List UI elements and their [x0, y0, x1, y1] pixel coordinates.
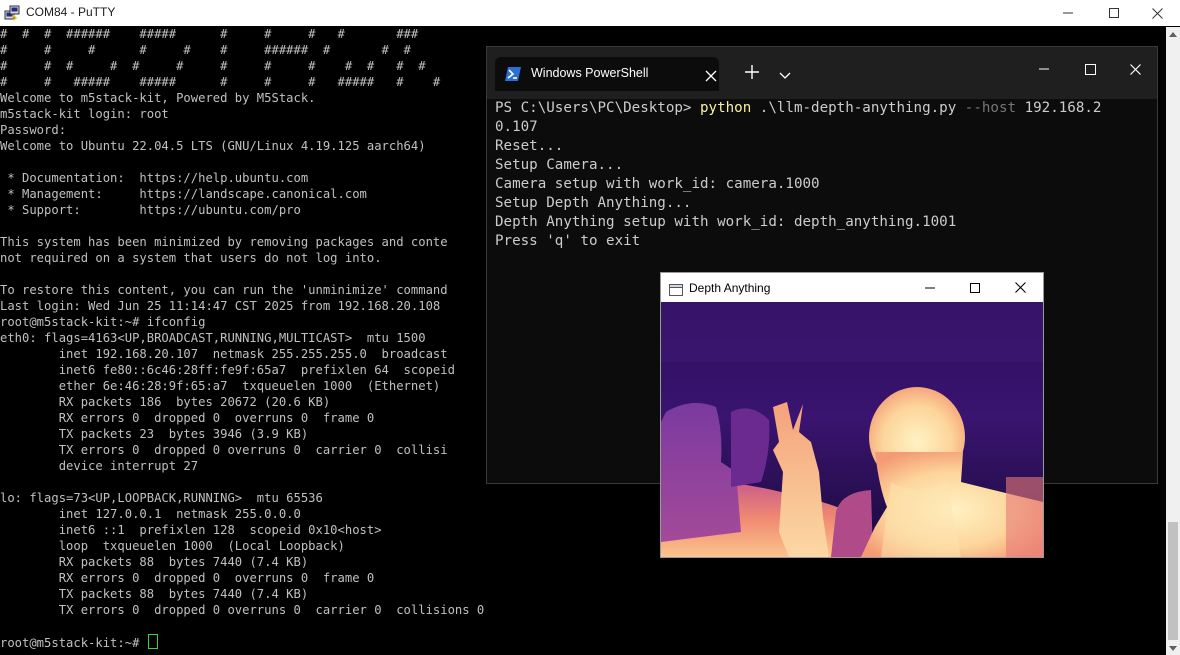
terminal-line: RX errors 0 dropped 0 overruns 0 frame 0: [0, 571, 375, 585]
powershell-icon: [505, 66, 521, 81]
close-button[interactable]: [1134, 0, 1180, 26]
terminal-line: * Management: https://landscape.canonica…: [0, 187, 367, 201]
terminal-line: device interrupt 27: [0, 459, 199, 473]
powershell-titlebar[interactable]: Windows PowerShell: [487, 47, 1157, 99]
minimize-button[interactable]: [1045, 0, 1091, 26]
ps-close-button[interactable]: [1112, 55, 1158, 83]
minimize-icon: [925, 287, 935, 288]
app-window-icon: [669, 281, 683, 296]
depth-map-image: [661, 302, 1043, 557]
terminal-line: # # # # # # ###### # # #: [0, 43, 411, 57]
terminal-line: inet 127.0.0.1 netmask 255.0.0.0: [0, 507, 301, 521]
output-line: Press 'q' to exit: [495, 233, 641, 249]
terminal-line: # # # ###### ##### # # # # ###: [0, 27, 419, 41]
depth-anything-window: Depth Anything: [660, 272, 1044, 558]
new-tab-plus-icon[interactable]: [745, 64, 759, 79]
terminal-line: m5stack-kit login: root: [0, 107, 169, 121]
output-line: Setup Depth Anything...: [495, 195, 692, 211]
da-close-button[interactable]: [997, 274, 1043, 301]
command-args: .\llm-depth-anything.py: [751, 100, 965, 116]
output-line: Depth Anything setup with work_id: depth…: [495, 214, 957, 230]
command-line: PS C:\Users\PC\Desktop> python .\llm-dep…: [495, 99, 1101, 118]
terminal-line: root@m5stack-kit:~# ifconfig: [0, 315, 206, 329]
terminal-line: RX packets 186 bytes 20672 (20.6 KB): [0, 395, 331, 409]
maximize-icon: [970, 282, 980, 293]
command-value: 192.168.2: [1016, 100, 1102, 116]
terminal-line: inet6 fe80::6c46:28ff:fe9f:65a7 prefixle…: [0, 363, 455, 377]
output-line: Camera setup with work_id: camera.1000: [495, 176, 820, 192]
terminal-line: ether 6e:46:28:9f:65:a7 txqueuelen 1000 …: [0, 379, 441, 393]
terminal-line: eth0: flags=4163<UP,BROADCAST,RUNNING,MU…: [0, 331, 426, 345]
scroll-thumb[interactable]: [1168, 522, 1178, 640]
terminal-line: lo: flags=73<UP,LOOPBACK,RUNNING> mtu 65…: [0, 491, 323, 505]
close-icon: [1014, 282, 1026, 293]
scroll-down-arrow-icon[interactable]: [1166, 641, 1180, 655]
chevron-down-icon[interactable]: [779, 66, 791, 79]
terminal-line: RX packets 88 bytes 7440 (7.4 KB): [0, 555, 309, 569]
terminal-line: inet6 ::1 prefixlen 128 scopeid 0x10<hos…: [0, 523, 382, 537]
terminal-line: This system has been minimized by removi…: [0, 235, 448, 249]
terminal-line: Welcome to Ubuntu 22.04.5 LTS (GNU/Linux…: [0, 139, 426, 153]
output-line: Setup Camera...: [495, 157, 624, 173]
maximize-icon: [1084, 63, 1096, 75]
terminal-line: TX packets 88 bytes 7440 (7.4 KB): [0, 587, 309, 601]
terminal-line: Welcome to m5stack-kit, Powered by M5Sta…: [0, 91, 316, 105]
ps-minimize-button[interactable]: [1021, 55, 1067, 83]
terminal-line: * Support: https://ubuntu.com/pro: [0, 203, 301, 217]
terminal-line: inet 192.168.20.107 netmask 255.255.255.…: [0, 347, 448, 361]
command-param: --host: [964, 100, 1017, 116]
tab-close-icon[interactable]: [705, 67, 717, 82]
command-wrapped: 0.107: [495, 119, 538, 135]
maximize-button[interactable]: [1091, 0, 1137, 26]
command-name: python: [700, 100, 752, 116]
window-title: Depth Anything: [689, 281, 771, 295]
tab-title: Windows PowerShell: [531, 66, 649, 80]
depth-titlebar[interactable]: Depth Anything: [661, 273, 1043, 302]
terminal-line: To restore this content, you can run the…: [0, 283, 448, 297]
scroll-up-arrow-icon[interactable]: [1166, 27, 1180, 41]
terminal-line: Last login: Wed Jun 25 11:14:47 CST 2025…: [0, 299, 441, 313]
putty-icon: [4, 5, 20, 21]
terminal-line: TX packets 23 bytes 3946 (3.9 KB): [0, 427, 309, 441]
window-title: COM84 - PuTTY: [26, 5, 116, 19]
close-icon: [1129, 63, 1141, 75]
terminal-line: loop txqueuelen 1000 (Local Loopback): [0, 539, 345, 553]
minimize-icon: [1039, 68, 1049, 70]
tab-windows-powershell[interactable]: Windows PowerShell: [495, 57, 719, 91]
terminal-line: TX errors 0 dropped 0 overruns 0 carrier…: [0, 603, 485, 617]
da-minimize-button[interactable]: [907, 274, 953, 301]
minimize-icon: [1063, 12, 1073, 14]
prompt: PS C:\Users\PC\Desktop>: [495, 100, 700, 116]
output-line: Reset...: [495, 138, 564, 154]
terminal-line: # # ##### ##### # # # ##### # #: [0, 75, 441, 89]
terminal-line: RX errors 0 dropped 0 overruns 0 frame 0: [0, 411, 375, 425]
text-cursor: [147, 634, 158, 649]
maximize-icon: [1109, 8, 1119, 18]
ps-maximize-button[interactable]: [1067, 55, 1113, 83]
putty-titlebar[interactable]: COM84 - PuTTY: [0, 0, 1180, 26]
vertical-scrollbar[interactable]: [1166, 27, 1180, 655]
terminal-line: not required on a system that users do n…: [0, 251, 382, 265]
terminal-line: * Documentation: https://help.ubuntu.com: [0, 171, 309, 185]
terminal-line: Password:: [0, 123, 67, 137]
terminal-line: TX errors 0 dropped 0 overruns 0 carrier…: [0, 443, 448, 457]
da-maximize-button[interactable]: [952, 274, 998, 301]
terminal-line: root@m5stack-kit:~#: [0, 634, 158, 650]
close-icon: [1151, 7, 1163, 19]
terminal-line: # # # # # # # # # # # # #: [0, 59, 426, 73]
